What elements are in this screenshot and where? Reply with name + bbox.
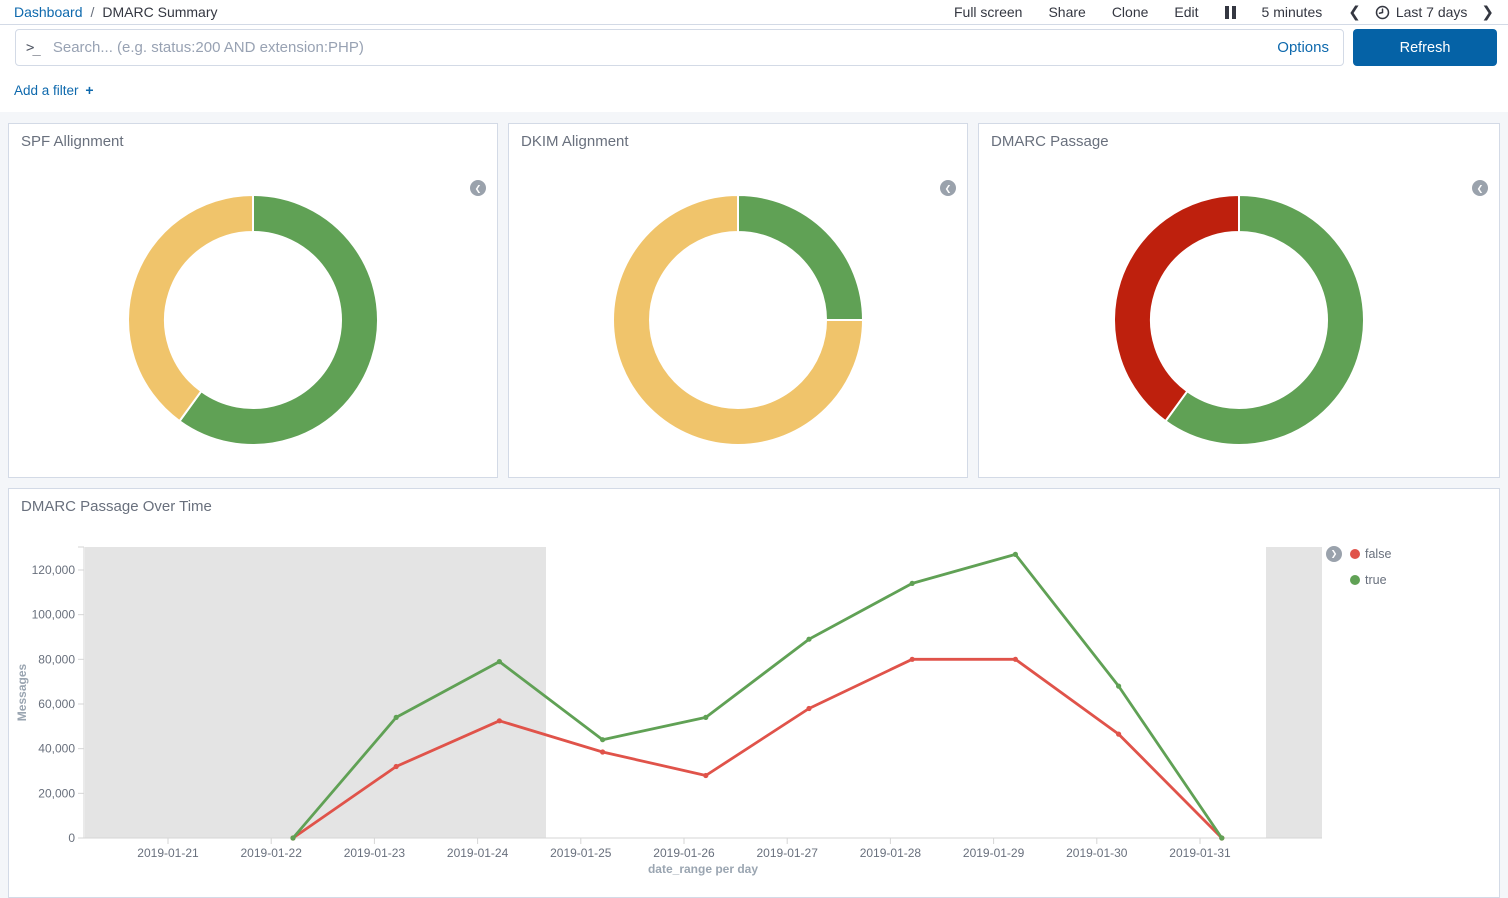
data-point-true[interactable] [703,715,708,720]
page-title: DMARC Summary [102,4,217,20]
x-axis-tick: 2019-01-24 [447,846,509,860]
legend-item-false[interactable]: false [1350,547,1391,561]
breadcrumb-dashboard-link[interactable]: Dashboard [14,4,83,20]
panel-dmarc-passage: DMARC Passage ❮ [978,123,1500,478]
panel-title: DKIM Alignment [509,124,967,150]
clock-icon [1375,5,1390,20]
x-axis-tick: 2019-01-21 [137,846,199,860]
x-axis-tick: 2019-01-27 [757,846,819,860]
panel-spf-alignment: SPF Allignment ❮ [8,123,498,478]
legend-collapse-icon[interactable]: ❮ [1472,180,1488,196]
donut-slice-green[interactable] [738,195,863,320]
pause-icon[interactable] [1225,6,1236,19]
legend-item-true[interactable]: true [1350,573,1387,587]
data-point-false[interactable] [703,773,708,778]
data-point-true[interactable] [806,637,811,642]
x-axis-tick: 2019-01-26 [653,846,715,860]
clone-button[interactable]: Clone [1112,4,1149,20]
x-axis-tick: 2019-01-28 [860,846,922,860]
spf-donut-chart[interactable] [125,192,381,448]
filter-bar: Add a filter + [0,72,1508,112]
data-point-false[interactable] [600,749,605,754]
panel-title: DMARC Passage [979,124,1499,150]
data-point-true[interactable] [394,715,399,720]
data-point-true[interactable] [1013,552,1018,557]
y-axis-tick: 100,000 [32,608,76,622]
data-point-true[interactable] [910,581,915,586]
top-header: Dashboard / DMARC Summary Full screen Sh… [0,0,1508,112]
data-point-true[interactable] [497,659,502,664]
data-point-false[interactable] [497,718,502,723]
time-forward-icon[interactable]: ❯ [1481,5,1494,20]
share-button[interactable]: Share [1048,4,1085,20]
data-point-true[interactable] [600,737,605,742]
legend-dot-true [1350,575,1360,585]
data-point-false[interactable] [1013,657,1018,662]
breadcrumb: Dashboard / DMARC Summary Full screen Sh… [0,0,1508,25]
time-range-label: Last 7 days [1396,4,1468,20]
refresh-interval-button[interactable]: 5 minutes [1262,4,1323,20]
x-axis-tick: 2019-01-29 [963,846,1025,860]
console-prompt-icon: >_ [26,40,39,56]
legend-label: true [1365,573,1387,587]
time-navigation: ❮ Last 7 days ❯ [1348,4,1494,20]
x-axis-tick: 2019-01-31 [1169,846,1231,860]
legend-expand-icon[interactable]: ❯ [1326,546,1342,562]
data-point-true[interactable] [1116,684,1121,689]
donut-slice-red_dark[interactable] [1114,195,1239,421]
chart-legend: ❯ false true [1326,545,1391,597]
panel-dkim-alignment: DKIM Alignment ❮ [508,123,968,478]
panel-title: SPF Allignment [9,124,497,150]
dmarc-donut-chart[interactable] [1111,192,1367,448]
legend-collapse-icon[interactable]: ❮ [940,180,956,196]
x-axis-tick: 2019-01-22 [241,846,303,860]
y-axis-tick: 20,000 [38,786,75,800]
edit-button[interactable]: Edit [1174,4,1198,20]
full-screen-button[interactable]: Full screen [954,4,1022,20]
query-box: >_ Options [15,29,1344,66]
add-filter-link[interactable]: Add a filter [14,83,79,98]
donut-slice-yellow[interactable] [128,195,253,421]
data-point-true[interactable] [1219,835,1224,840]
panel-dmarc-over-time: DMARC Passage Over Time 020,00040,00060,… [8,488,1500,898]
y-axis-tick: 0 [68,831,75,845]
x-axis-title: date_range per day [648,862,758,876]
y-axis-tick: 40,000 [38,742,75,756]
dashboard-toolbar: Full screen Share Clone Edit 5 minutes ❮… [954,4,1494,20]
x-axis-tick: 2019-01-25 [550,846,612,860]
dkim-donut-chart[interactable] [610,192,866,448]
dashboard-grid: SPF Allignment ❮ DKIM Alignment ❮ DMARC … [0,112,1508,898]
data-point-false[interactable] [910,657,915,662]
legend-label: false [1365,547,1391,561]
time-range-picker[interactable]: Last 7 days [1375,4,1468,20]
y-axis-tick: 120,000 [32,563,76,577]
y-axis-tick: 80,000 [38,652,75,666]
data-point-true[interactable] [290,835,295,840]
y-axis-tick: 60,000 [38,697,75,711]
plus-icon[interactable]: + [85,82,93,98]
data-point-false[interactable] [806,706,811,711]
dmarc-over-time-line-chart[interactable]: 0 20,000 40,000 60,000 80,000 100,000 120,000 2… [9,489,1501,889]
time-back-icon[interactable]: ❮ [1348,5,1361,20]
legend-dot-false [1350,549,1360,559]
breadcrumb-separator: / [91,4,95,20]
data-point-false[interactable] [1116,732,1121,737]
legend-collapse-icon[interactable]: ❮ [470,180,486,196]
y-axis-title: Messages [15,663,29,721]
refresh-button[interactable]: Refresh [1353,29,1497,66]
options-link[interactable]: Options [1277,39,1329,56]
data-point-false[interactable] [394,764,399,769]
search-bar: >_ Options Refresh [0,25,1508,72]
x-axis-tick: 2019-01-23 [344,846,406,860]
search-input[interactable] [53,39,1265,56]
x-axis-tick: 2019-01-30 [1066,846,1128,860]
